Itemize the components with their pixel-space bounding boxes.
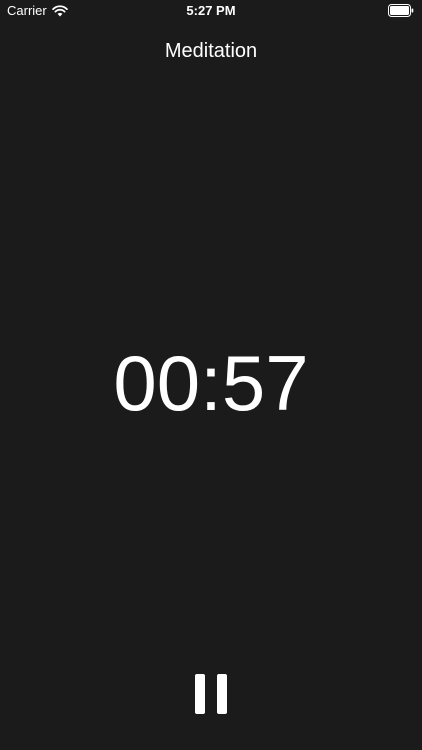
countdown-timer: 00:57 <box>113 339 309 427</box>
status-time: 5:27 PM <box>186 3 236 18</box>
pause-button[interactable] <box>191 672 231 716</box>
page-title: Meditation <box>164 40 258 62</box>
battery-icon <box>388 4 414 17</box>
pause-icon <box>195 674 227 714</box>
status-bar: Carrier 5:27 PM <box>0 0 422 22</box>
meditation-screen: Carrier 5:27 PM Meditation 00:57 <box>0 0 422 750</box>
